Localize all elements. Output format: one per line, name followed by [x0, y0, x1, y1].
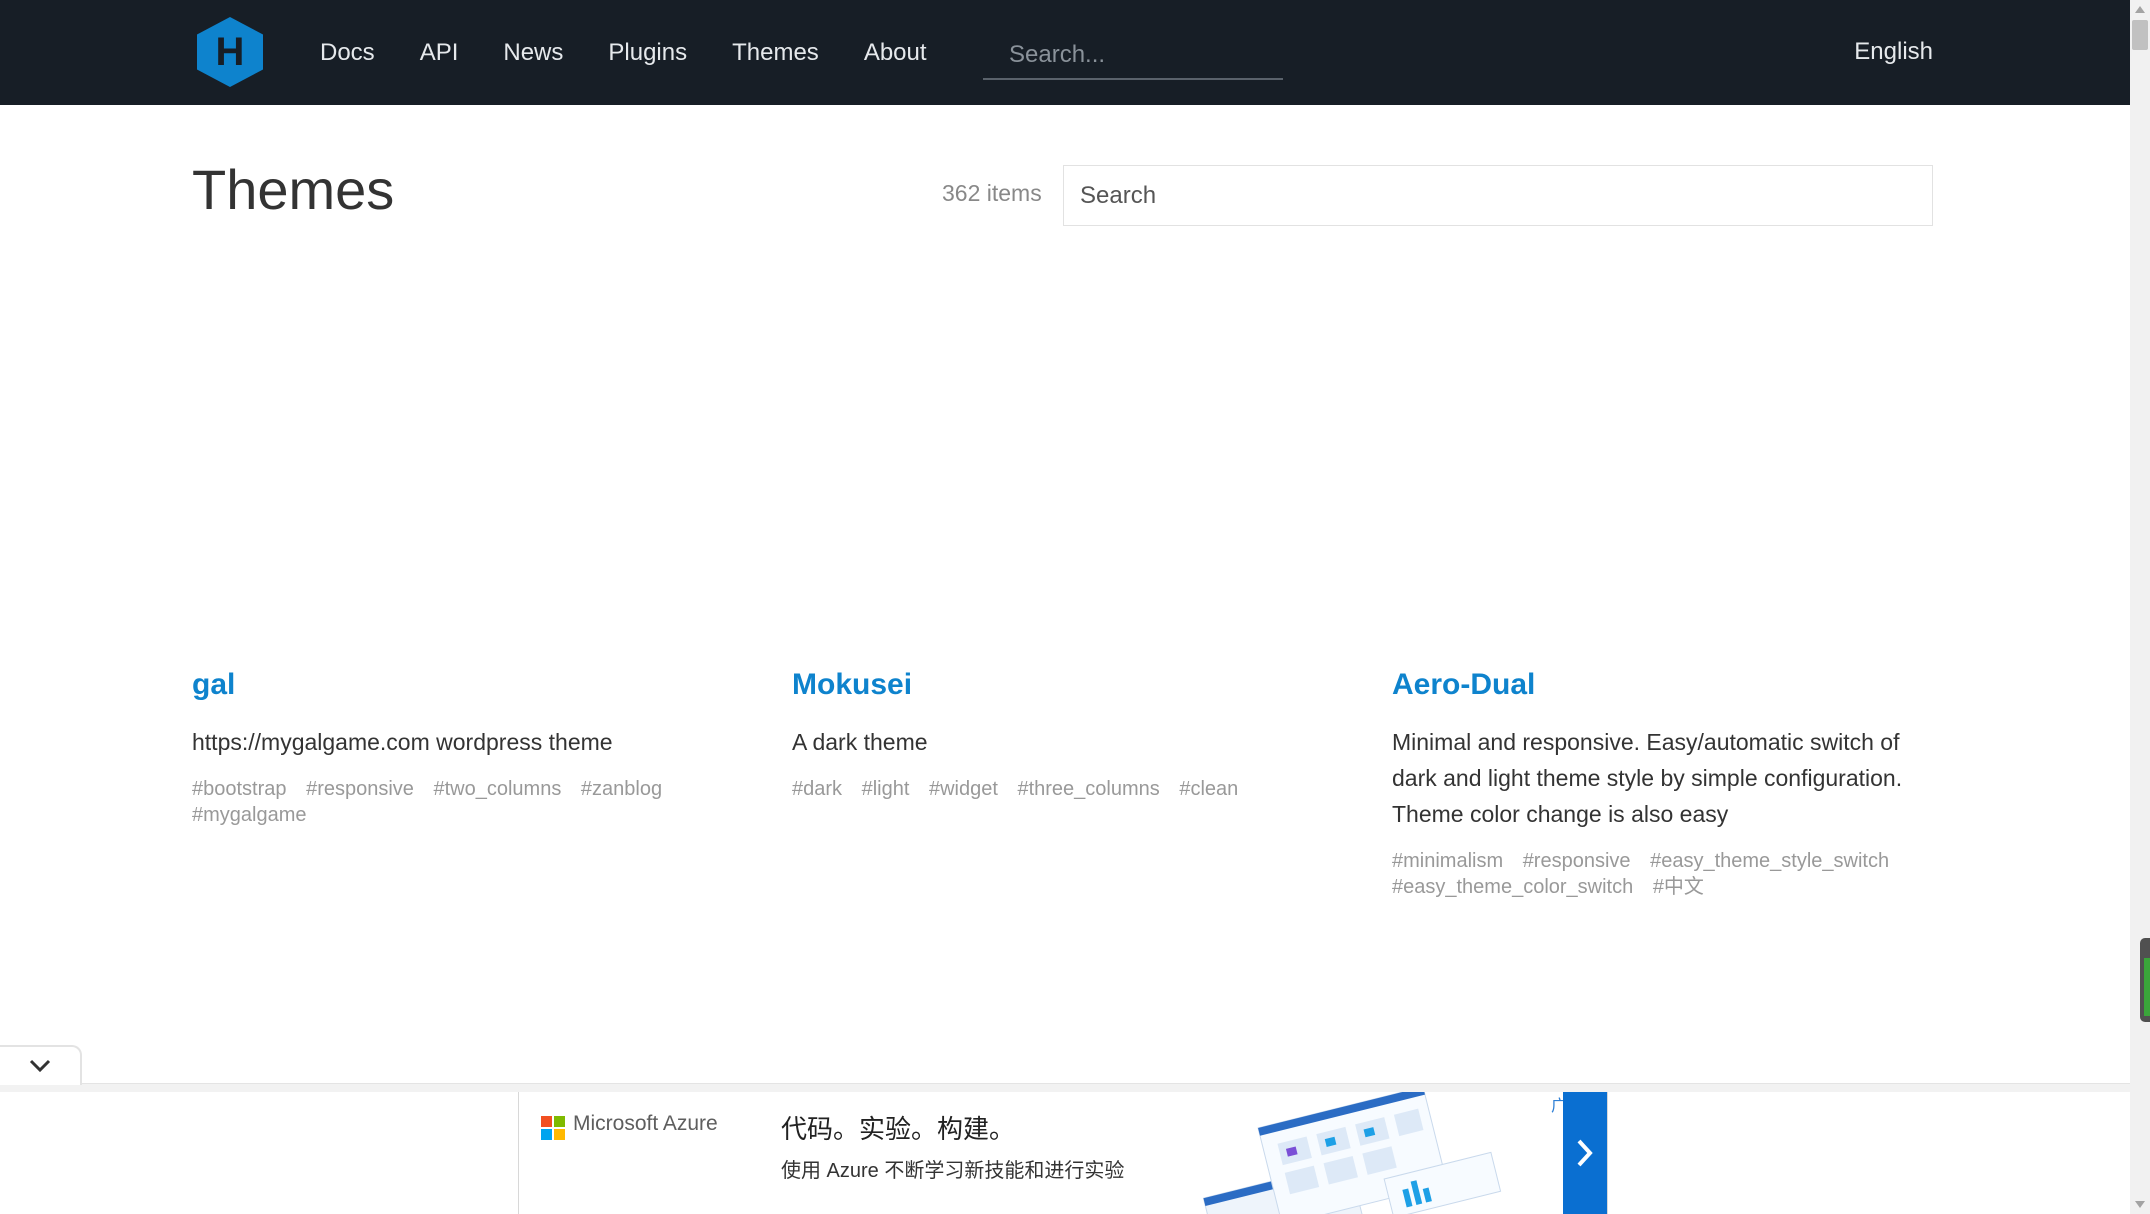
- ad-subline: 使用 Azure 不断学习新技能和进行实验: [781, 1160, 1125, 1182]
- viewport: H Docs API News Plugins Themes About Eng…: [0, 0, 2130, 1214]
- logo-letter: H: [216, 30, 245, 74]
- theme-title-link[interactable]: Mokusei: [792, 668, 1337, 702]
- ad-separator: [0, 1083, 2130, 1092]
- theme-card-aero-dual: Aero-Dual Minimal and responsive. Easy/a…: [1392, 668, 1937, 900]
- page-title: Themes: [192, 158, 395, 221]
- theme-tag[interactable]: #light: [862, 776, 910, 802]
- ad-headline: 代码。实验。构建。: [781, 1114, 1016, 1144]
- scroll-down-icon[interactable]: [2135, 1201, 2145, 1208]
- scroll-up-icon[interactable]: [2135, 6, 2145, 13]
- theme-search-input[interactable]: [1063, 165, 1933, 226]
- chevron-right-icon: [1577, 1139, 1593, 1167]
- scrollbar-thumb[interactable]: [2132, 20, 2148, 50]
- theme-description: A dark theme: [792, 729, 928, 755]
- scroll-marker-highlight: [2144, 958, 2150, 1016]
- theme-card-mokusei: Mokusei A dark theme #dark #light #widge…: [792, 668, 1337, 802]
- theme-tag[interactable]: #widget: [929, 776, 998, 802]
- theme-tag[interactable]: #clean: [1179, 776, 1238, 802]
- theme-tag[interactable]: #minimalism: [1392, 848, 1503, 874]
- theme-tag[interactable]: #responsive: [1523, 848, 1631, 874]
- hexagon-logo-icon[interactable]: H: [197, 17, 263, 87]
- header-search-input[interactable]: [983, 32, 1283, 80]
- nav-docs[interactable]: Docs: [320, 39, 375, 67]
- theme-tags: #bootstrap #responsive #two_columns #zan…: [192, 776, 737, 828]
- theme-tag[interactable]: #dark: [792, 776, 842, 802]
- theme-tags: #minimalism #responsive #easy_theme_styl…: [1392, 848, 1937, 900]
- ad-banner[interactable]: Microsoft Azure 代码。实验。构建。 使用 Azure 不断学习新…: [518, 1092, 1608, 1214]
- theme-description: https://mygalgame.com wordpress theme: [192, 729, 613, 755]
- theme-tag[interactable]: #中文: [1653, 874, 1704, 900]
- nav-about[interactable]: About: [864, 39, 927, 67]
- main-nav: Docs API News Plugins Themes About: [320, 0, 972, 105]
- theme-tag[interactable]: #two_columns: [433, 776, 561, 802]
- collapse-ad-button[interactable]: [0, 1045, 82, 1085]
- theme-description: Minimal and responsive. Easy/automatic s…: [1392, 729, 1903, 827]
- ad-next-button[interactable]: [1563, 1092, 1607, 1214]
- top-navigation-bar: H Docs API News Plugins Themes About Eng…: [0, 0, 2130, 105]
- language-selector[interactable]: English: [1854, 38, 1933, 66]
- nav-themes[interactable]: Themes: [732, 39, 819, 67]
- nav-news[interactable]: News: [503, 39, 563, 67]
- chevron-down-icon: [29, 1059, 51, 1073]
- theme-tag[interactable]: #mygalgame: [192, 802, 307, 828]
- theme-tag[interactable]: #responsive: [306, 776, 414, 802]
- ad-illustration: [1202, 1092, 1502, 1214]
- theme-card-gal: gal https://mygalgame.com wordpress them…: [192, 668, 737, 828]
- theme-tag[interactable]: #zanblog: [581, 776, 662, 802]
- theme-title-link[interactable]: Aero-Dual: [1392, 668, 1937, 702]
- theme-tag[interactable]: #three_columns: [1017, 776, 1159, 802]
- theme-tag[interactable]: #bootstrap: [192, 776, 287, 802]
- nav-plugins[interactable]: Plugins: [608, 39, 687, 67]
- theme-tags: #dark #light #widget #three_columns #cle…: [792, 776, 1337, 802]
- nav-api[interactable]: API: [420, 39, 459, 67]
- page-scrollbar[interactable]: [2130, 0, 2150, 1214]
- browser-page: H Docs API News Plugins Themes About Eng…: [0, 0, 2150, 1214]
- theme-count: 362 items: [942, 180, 1042, 206]
- microsoft-logo-icon: [541, 1116, 565, 1140]
- theme-tag[interactable]: #easy_theme_style_switch: [1650, 848, 1889, 874]
- theme-tag[interactable]: #easy_theme_color_switch: [1392, 874, 1633, 900]
- ad-brand: Microsoft Azure: [573, 1112, 718, 1135]
- theme-title-link[interactable]: gal: [192, 668, 737, 702]
